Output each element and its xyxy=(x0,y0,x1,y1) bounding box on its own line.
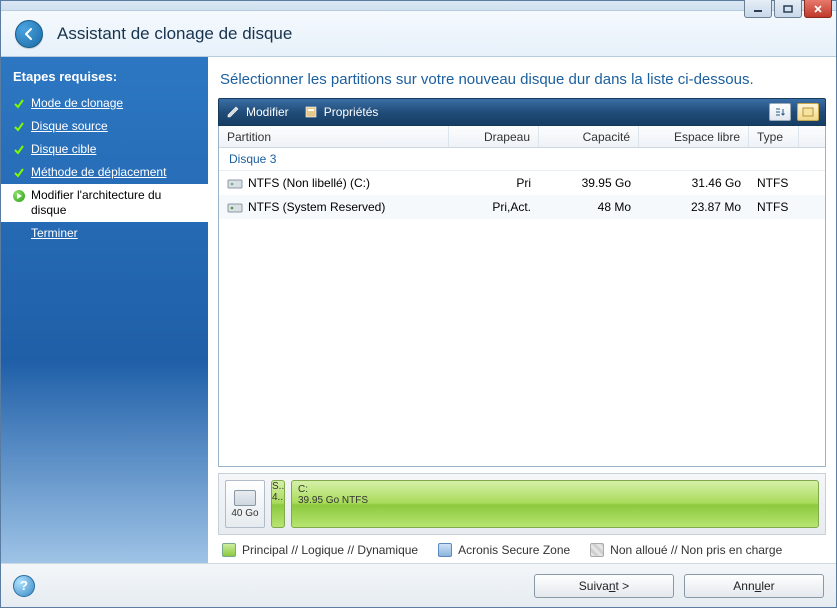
step-target-disk[interactable]: Disque cible xyxy=(1,138,208,161)
partition-type: NTFS xyxy=(749,200,799,214)
disk-group-row[interactable]: Disque 3 xyxy=(219,148,825,171)
check-icon xyxy=(13,167,25,179)
disk-map-disk[interactable]: 40 Go xyxy=(225,480,265,528)
window-chrome xyxy=(1,1,836,11)
disk-map-segment-system[interactable]: S... 4... xyxy=(271,480,285,528)
pencil-icon xyxy=(225,104,241,120)
partition-name: NTFS (System Reserved) xyxy=(248,200,385,214)
partition-flags: Pri,Act. xyxy=(449,200,539,214)
footer: ? Suivant > Annuler xyxy=(1,563,836,607)
app-window: Assistant de clonage de disque Etapes re… xyxy=(0,0,837,608)
swatch-blue-icon xyxy=(438,543,452,557)
next-label-prefix: Suiva xyxy=(579,579,609,593)
main-panel: Sélectionner les partitions sur votre no… xyxy=(208,57,836,563)
partition-type: NTFS xyxy=(749,176,799,190)
toolbar-properties[interactable]: Propriétés xyxy=(303,104,379,120)
partition-icon xyxy=(227,175,243,191)
segment-label-1: C: xyxy=(298,484,812,495)
step-source-disk[interactable]: Disque source xyxy=(1,115,208,138)
arrow-icon xyxy=(13,190,25,202)
col-capacity[interactable]: Capacité xyxy=(539,126,639,147)
hdd-icon xyxy=(234,490,256,506)
partition-toolbar: Modifier Propriétés xyxy=(218,98,826,126)
check-icon xyxy=(13,144,25,156)
cancel-label-prefix: Ann xyxy=(733,579,754,593)
col-free[interactable]: Espace libre xyxy=(639,126,749,147)
sidebar-heading: Etapes requises: xyxy=(1,67,208,92)
legend-unallocated-label: Non alloué // Non pris en charge xyxy=(610,543,782,557)
step-label: Disque cible xyxy=(31,142,96,157)
disk-map-segment-c[interactable]: C: 39.95 Go NTFS xyxy=(291,480,819,528)
legend-principal-label: Principal // Logique // Dynamique xyxy=(242,543,418,557)
partition-free: 31.46 Go xyxy=(639,176,749,190)
cancel-label-hotkey: u xyxy=(755,579,762,593)
next-button[interactable]: Suivant > xyxy=(534,574,674,598)
partition-capacity: 39.95 Go xyxy=(539,176,639,190)
col-partition[interactable]: Partition xyxy=(219,126,449,147)
table-header: Partition Drapeau Capacité Espace libre … xyxy=(219,126,825,148)
toolbar-modify[interactable]: Modifier xyxy=(225,104,289,120)
partition-icon xyxy=(227,199,243,215)
sidebar: Etapes requises: Mode de clonage Disque … xyxy=(1,57,208,563)
back-button[interactable] xyxy=(15,20,43,48)
legend: Principal // Logique // Dynamique Acroni… xyxy=(218,535,826,563)
legend-asz: Acronis Secure Zone xyxy=(438,543,570,557)
cancel-label-suffix: ler xyxy=(761,579,774,593)
close-button[interactable] xyxy=(804,0,832,18)
check-icon xyxy=(13,121,25,133)
toolbar-sort-button[interactable] xyxy=(769,103,791,121)
properties-icon xyxy=(303,104,319,120)
toolbar-right xyxy=(769,103,819,121)
toolbar-properties-label: Propriétés xyxy=(324,105,379,119)
table-row[interactable]: NTFS (System Reserved) Pri,Act. 48 Mo 23… xyxy=(219,195,825,219)
step-finish[interactable]: Terminer xyxy=(1,222,208,245)
swatch-green-icon xyxy=(222,543,236,557)
step-label: Mode de clonage xyxy=(31,96,123,111)
partition-free: 23.87 Mo xyxy=(639,200,749,214)
col-flags[interactable]: Drapeau xyxy=(449,126,539,147)
title-bar: Assistant de clonage de disque xyxy=(1,11,836,57)
toolbar-modify-label: Modifier xyxy=(246,105,289,119)
step-label: Méthode de déplacement xyxy=(31,165,166,180)
cancel-button[interactable]: Annuler xyxy=(684,574,824,598)
legend-asz-label: Acronis Secure Zone xyxy=(458,543,570,557)
step-label: Terminer xyxy=(31,226,78,241)
segment-label-1: S... xyxy=(272,481,284,492)
table-body: Disque 3 NTFS (Non libellé) (C:) Pri 39.… xyxy=(219,148,825,466)
window-buttons xyxy=(744,0,832,18)
partition-table: Partition Drapeau Capacité Espace libre … xyxy=(218,126,826,467)
legend-principal: Principal // Logique // Dynamique xyxy=(222,543,418,557)
disk-map: 40 Go S... 4... C: 39.95 Go NTFS xyxy=(218,473,826,535)
segment-label-2: 4... xyxy=(272,492,284,503)
body: Etapes requises: Mode de clonage Disque … xyxy=(1,57,836,563)
swatch-hatch-icon xyxy=(590,543,604,557)
page-title: Assistant de clonage de disque xyxy=(57,24,292,44)
legend-unallocated: Non alloué // Non pris en charge xyxy=(590,543,782,557)
partition-name: NTFS (Non libellé) (C:) xyxy=(248,176,370,190)
next-label-hotkey: n xyxy=(609,579,616,593)
disk-map-total: 40 Go xyxy=(231,508,258,519)
help-button[interactable]: ? xyxy=(13,575,35,597)
table-row[interactable]: NTFS (Non libellé) (C:) Pri 39.95 Go 31.… xyxy=(219,171,825,195)
partition-capacity: 48 Mo xyxy=(539,200,639,214)
minimize-button[interactable] xyxy=(744,0,772,18)
step-clone-mode[interactable]: Mode de clonage xyxy=(1,92,208,115)
toolbar-view-button[interactable] xyxy=(797,103,819,121)
step-modify-layout[interactable]: Modifier l'architecture du disque xyxy=(1,184,208,222)
instruction-text: Sélectionner les partitions sur votre no… xyxy=(218,69,826,98)
maximize-button[interactable] xyxy=(774,0,802,18)
partition-flags: Pri xyxy=(449,176,539,190)
step-label: Disque source xyxy=(31,119,108,134)
check-icon xyxy=(13,98,25,110)
next-label-suffix: t > xyxy=(616,579,630,593)
col-type[interactable]: Type xyxy=(749,126,799,147)
step-label: Modifier l'architecture du disque xyxy=(31,188,198,218)
segment-label-2: 39.95 Go NTFS xyxy=(298,495,812,506)
step-move-method[interactable]: Méthode de déplacement xyxy=(1,161,208,184)
